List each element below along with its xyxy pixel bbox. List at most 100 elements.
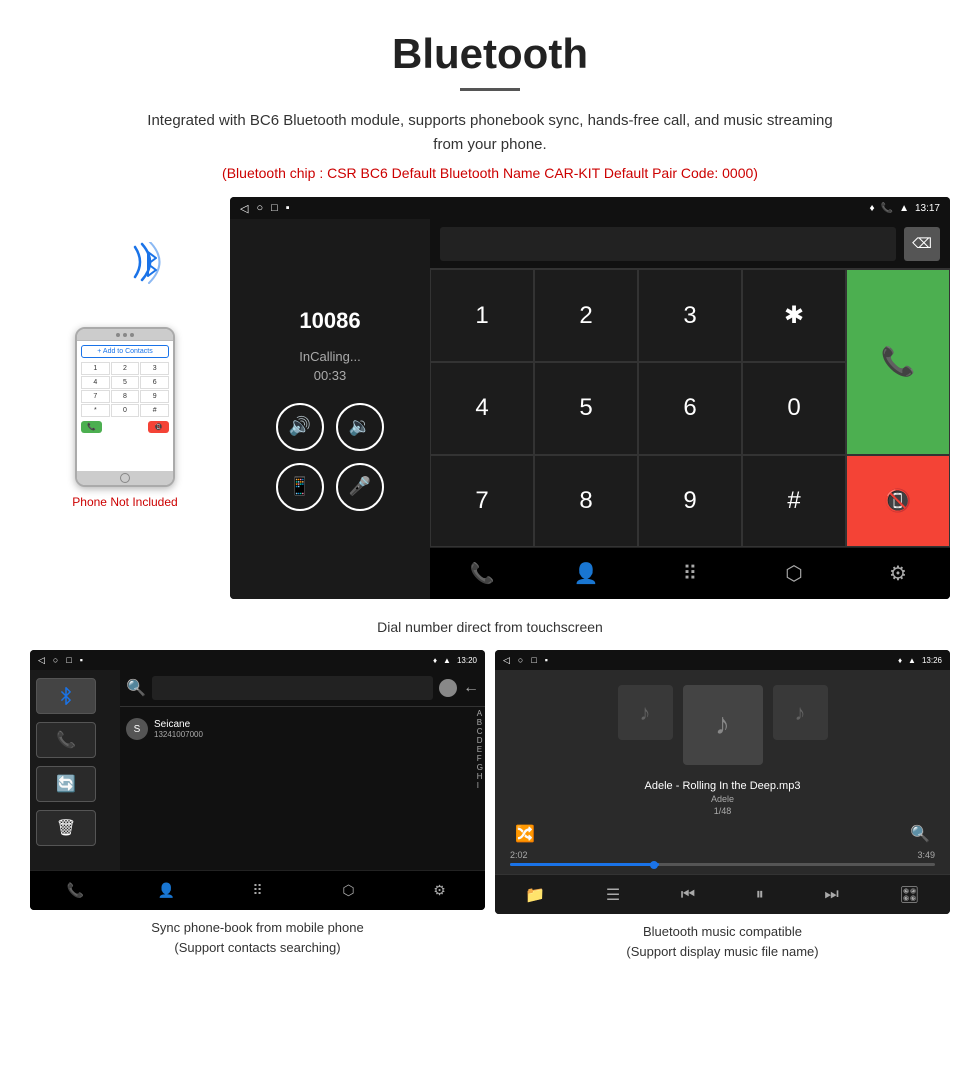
music-controls-row: 🔀 🔍: [495, 824, 950, 844]
music-equalizer-icon[interactable]: 🎛: [899, 885, 919, 905]
phone-dot3: [130, 333, 134, 337]
pb-search-input[interactable]: [152, 676, 433, 700]
music-prev-icon[interactable]: ⏮: [681, 886, 695, 904]
pb-bottom-user-icon[interactable]: 👤: [147, 871, 187, 911]
numpad-end-btn[interactable]: 📵: [846, 455, 950, 547]
subtitle-text: Integrated with BC6 Bluetooth module, su…: [140, 109, 840, 157]
music-folder-icon[interactable]: 📁: [525, 885, 545, 905]
pb-location-icon: ♦: [433, 656, 437, 665]
pb-content: 📞 🔄 🗑 🔍 ← S: [30, 670, 485, 870]
album-art-right: ♪: [773, 685, 828, 740]
dial-clock: 13:17: [915, 203, 940, 214]
pb-status-left: ◁ ○ □ ▪: [38, 655, 83, 666]
dial-call-status: InCalling...: [299, 349, 360, 364]
pb-bottom-call-icon[interactable]: 📞: [56, 871, 96, 911]
music-list-icon[interactable]: ☰: [606, 885, 620, 905]
pb-bluetooth-btn[interactable]: [36, 678, 96, 714]
dial-input-field[interactable]: [440, 227, 896, 261]
volume-up-btn[interactable]: 🔊: [276, 403, 324, 451]
dial-status-bar: ◁ ○ □ ▪ ♦ 📞 ▲ 13:17: [230, 197, 950, 219]
music-track-number: 1/48: [510, 806, 935, 816]
bluetooth-icon-wrap: ⠀: [75, 237, 175, 317]
numpad-hash[interactable]: #: [742, 455, 846, 547]
pb-time: 13:20: [457, 656, 477, 665]
pb-phone-btn[interactable]: 📞: [36, 722, 96, 758]
numpad-6[interactable]: 6: [638, 362, 742, 454]
mic-btn[interactable]: 🎤: [336, 463, 384, 511]
volume-down-btn[interactable]: 🔉: [336, 403, 384, 451]
music-progress-fill: [510, 863, 659, 866]
pb-bottom-settings-icon[interactable]: ⚙: [420, 871, 460, 911]
numpad-9[interactable]: 9: [638, 455, 742, 547]
phone-keypad: 1 2 3 4 5 6 7 8 9 * 0 #: [81, 362, 169, 417]
music-location-icon: ♦: [898, 656, 902, 665]
music-wrap: ◁ ○ □ ▪ ♦ ▲ 13:26 ♪ ♪ ♪ Adele -: [495, 650, 950, 961]
pb-home-icon: ○: [53, 655, 58, 665]
pb-bottom-bar: 📞 👤 ⠿ ⬡ ⚙: [30, 870, 485, 910]
bottom-transfer-icon[interactable]: ⬡: [774, 554, 814, 594]
numpad-0-center[interactable]: 0: [742, 362, 846, 454]
phone-speaker: [116, 333, 120, 337]
pb-alpha-index: A B C D E F G H I: [475, 707, 485, 870]
pb-delete-btn[interactable]: 🗑: [36, 810, 96, 846]
music-content: ♪ ♪ ♪ Adele - Rolling In the Deep.mp3 Ad…: [495, 670, 950, 914]
pb-sync-btn[interactable]: 🔄: [36, 766, 96, 802]
bottom-dialpad-icon[interactable]: ⠿: [670, 554, 710, 594]
phone-home-circle: [120, 473, 130, 483]
dial-bottom-bar: 📞 👤 ⠿ ⬡ ⚙: [430, 547, 950, 599]
bottom-settings-icon[interactable]: ⚙: [878, 554, 918, 594]
pb-arrow-icon: ←: [463, 679, 479, 697]
music-notif-icon: ▪: [545, 655, 548, 665]
pb-back-icon: ◁: [38, 655, 45, 666]
transfer-btn[interactable]: 📱: [276, 463, 324, 511]
phone-key-2: 2: [111, 362, 140, 375]
dial-backspace-btn[interactable]: ⌫: [904, 227, 940, 261]
numpad-1[interactable]: 1: [430, 269, 534, 362]
pb-bottom-grid-icon[interactable]: ⠿: [238, 871, 278, 911]
music-times: 2:02 3:49: [510, 850, 935, 860]
music-current-time: 2:02: [510, 850, 528, 860]
pb-circle: [439, 679, 457, 697]
music-home-icon: ○: [518, 655, 523, 665]
phonebook-caption: Sync phone-book from mobile phone(Suppor…: [146, 910, 368, 957]
numpad-8[interactable]: 8: [534, 455, 638, 547]
pb-bottom-transfer-icon[interactable]: ⬡: [329, 871, 369, 911]
phone-key-4: 4: [81, 376, 110, 389]
pb-status-bar: ◁ ○ □ ▪ ♦ ▲ 13:20: [30, 650, 485, 670]
numpad-call-btn[interactable]: 📞: [846, 269, 950, 455]
bottom-contacts-icon[interactable]: 👤: [566, 554, 606, 594]
bottom-call-icon[interactable]: 📞: [462, 554, 502, 594]
pb-main-area: S Seicane 13241007000 A B C D: [120, 707, 485, 870]
title-divider: [460, 88, 520, 91]
pb-left-panel: 📞 🔄 🗑: [30, 670, 120, 870]
numpad-5[interactable]: 5: [534, 362, 638, 454]
music-bottom-bar: 📁 ☰ ⏮ ⏸ ⏭ 🎛: [495, 874, 950, 914]
phone-body: + Add to Contacts 1 2 3 4 5 6 7 8 9 * 0 …: [75, 327, 175, 487]
music-progress-bar[interactable]: [510, 863, 935, 866]
pb-search-icon: 🔍: [126, 678, 146, 698]
numpad-7[interactable]: 7: [430, 455, 534, 547]
phone-end-btn: 📵: [148, 421, 169, 433]
album-art-left: ♪: [618, 685, 673, 740]
phone-call-btn: 📞: [81, 421, 102, 433]
music-progress-knob[interactable]: [650, 861, 658, 869]
numpad-4[interactable]: 4: [430, 362, 534, 454]
music-progress-row: 2:02 3:49: [495, 850, 950, 866]
pb-notif-icon: ▪: [80, 655, 83, 665]
pb-status-right: ♦ ▲ 13:20: [433, 656, 477, 665]
music-search-btn[interactable]: 🔍: [910, 824, 930, 844]
numpad-2[interactable]: 2: [534, 269, 638, 362]
music-back-icon: ◁: [503, 655, 510, 666]
pb-contact-number: 13241007000: [154, 730, 469, 739]
music-play-icon[interactable]: ⏸: [756, 886, 764, 904]
numpad-3[interactable]: 3: [638, 269, 742, 362]
dial-timer: 00:33: [314, 368, 347, 383]
numpad-star[interactable]: ✱: [742, 269, 846, 362]
music-info: Adele - Rolling In the Deep.mp3 Adele 1/…: [495, 780, 950, 824]
music-next-icon[interactable]: ⏭: [824, 886, 838, 904]
pb-contact-item[interactable]: S Seicane 13241007000: [126, 713, 469, 745]
music-shuffle-btn[interactable]: 🔀: [515, 824, 535, 844]
music-song-title: Adele - Rolling In the Deep.mp3: [510, 780, 935, 792]
back-nav-icon: ◁: [240, 202, 248, 215]
pb-contact-info: Seicane 13241007000: [154, 719, 469, 739]
